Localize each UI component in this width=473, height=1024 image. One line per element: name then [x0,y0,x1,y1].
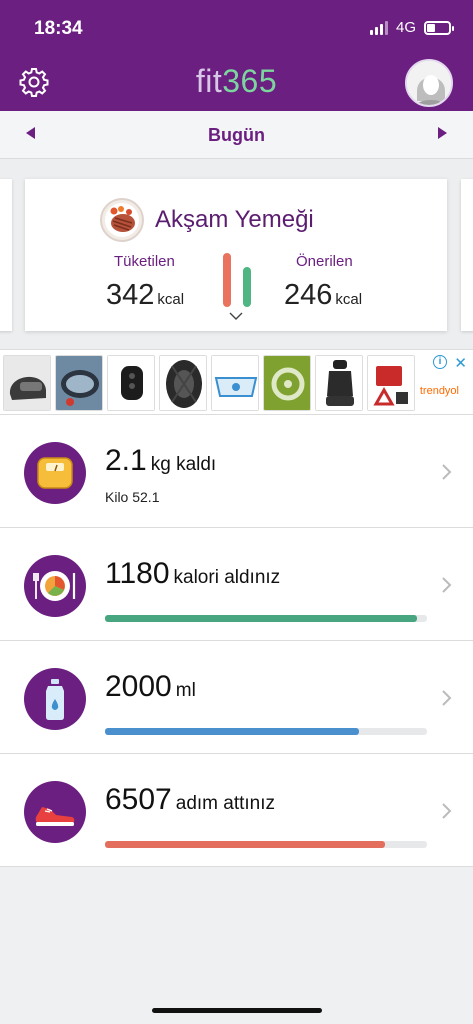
chevron-down-icon[interactable] [229,309,243,323]
status-time: 18:34 [34,18,83,39]
next-meal-card[interactable] [461,179,473,331]
ad-banner[interactable]: i ✕ trendyol [0,349,473,415]
consumed-value: 342 kcal [106,279,185,311]
chevron-right-icon[interactable] [441,576,453,594]
meal-title: Akşam Yemeği [155,206,314,233]
calories-progress-track [105,615,427,622]
calories-row[interactable]: 1180 kalori aldınız [0,528,473,641]
ad-brand-label[interactable]: trendyol [420,385,459,397]
app-header: 18:34 4G fit365 [0,0,473,111]
water-row[interactable]: 2000 ml [0,641,473,754]
chevron-right-icon[interactable] [441,689,453,707]
steps-value: 6507 adım attınız [105,783,276,816]
chevron-right-icon[interactable] [441,802,453,820]
status-indicators: 4G [369,19,454,36]
app-logo: fit365 [195,63,278,99]
ad-helmet-icon[interactable] [3,355,51,411]
user-avatar-icon[interactable] [405,59,453,107]
consumed-bar [223,253,231,307]
water-progress-fill [105,728,360,735]
ad-windshield-cover-icon[interactable] [211,355,259,411]
chevron-right-icon[interactable] [441,463,453,481]
sneaker-icon [24,781,86,843]
weight-remaining-value: 2.1 kg kaldı [105,444,217,477]
plate-icon [24,555,86,617]
steps-row[interactable]: 6507 adım attınız [0,754,473,867]
current-weight-label: Kilo 52.1 [105,489,160,505]
steak-plate-icon [100,198,144,242]
network-label: 4G [395,19,416,36]
water-progress-track [105,728,427,735]
ad-tire-icon[interactable] [159,355,207,411]
calories-progress-fill [105,615,418,622]
next-day-arrow-icon[interactable] [438,127,447,139]
home-indicator[interactable] [152,1008,322,1013]
ad-car-key-icon[interactable] [107,355,155,411]
ad-close-icon[interactable]: ✕ [454,354,467,372]
ad-seat-cover-icon[interactable] [315,355,363,411]
steps-progress-fill [105,841,386,848]
consumed-label: Tüketilen [114,253,175,270]
ad-steering-cover-icon[interactable] [263,355,311,411]
meal-card[interactable]: Akşam Yemeği Tüketilen 342 kcal Önerilen … [25,179,447,331]
signal-icon [369,20,388,35]
ad-mirror-icon[interactable] [55,355,103,411]
water-value: 2000 ml [105,670,196,703]
recommended-label: Önerilen [296,253,353,270]
date-navigation: Bugün [0,111,473,159]
weight-row[interactable]: 2.1 kg kaldı Kilo 52.1 [0,415,473,528]
current-date-label: Bugün [208,125,265,145]
ad-emergency-kit-icon[interactable] [367,355,415,411]
calories-value: 1180 kalori aldınız [105,557,281,590]
recommended-value: 246 kcal [284,279,363,311]
recommended-bar [243,267,251,307]
water-bottle-icon [24,668,86,730]
previous-meal-card[interactable] [0,179,12,331]
ad-info-icon[interactable]: i [433,355,447,369]
steps-progress-track [105,841,427,848]
meal-carousel[interactable]: Akşam Yemeği Tüketilen 342 kcal Önerilen … [0,159,473,349]
battery-icon [424,20,454,35]
scale-icon [24,442,86,504]
